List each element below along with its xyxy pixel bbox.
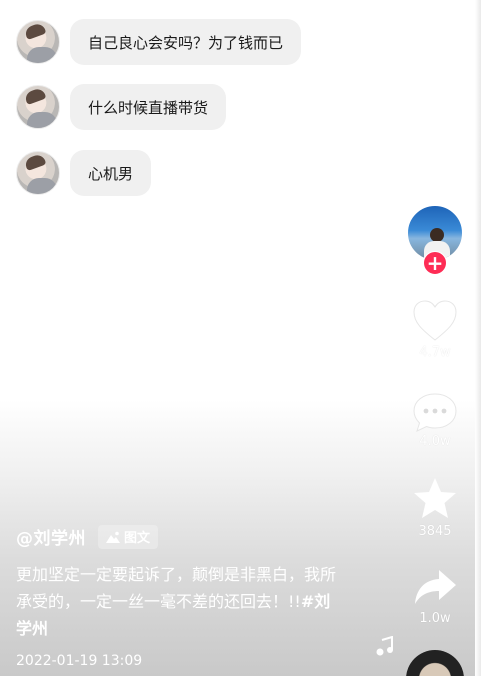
comment-count: 4.0w <box>419 434 451 449</box>
avatar-hair <box>23 152 47 172</box>
commenter-avatar[interactable] <box>16 151 60 195</box>
comment-bubble: 什么时候直播带货 <box>70 84 227 130</box>
follow-button[interactable]: + <box>423 251 447 275</box>
avatar-hair <box>23 86 47 106</box>
music-disc[interactable] <box>406 650 464 676</box>
image-icon <box>106 531 120 543</box>
post-date: 2022-01-19 13:09 <box>16 653 143 669</box>
video-feed-screen: 自己良心会安吗？为了钱而已 什么时候直播带货 心机男 + 4.7w 4.0w 3… <box>0 0 481 676</box>
comment-icon[interactable] <box>411 390 459 434</box>
avatar-body <box>27 112 57 128</box>
like-count: 4.7w <box>419 345 451 360</box>
screen-edge <box>475 0 481 676</box>
post-caption: 更加坚定一定要起诉了，颠倒是非黑白，我所承受的，一定一丝一毫不差的还回去！!!#… <box>16 561 346 642</box>
comment-item: 什么时候直播带货 <box>16 84 227 130</box>
avatar-hair <box>23 21 47 41</box>
music-note-icon <box>376 636 393 656</box>
post-type-label: 图文 <box>124 531 151 546</box>
favorite-count: 3845 <box>418 524 452 539</box>
caption-text: 更加坚定一定要起诉了，颠倒是非黑白，我所承受的，一定一丝一毫不差的还回去！!! <box>16 565 337 611</box>
post-type-tag: 图文 <box>98 524 159 549</box>
comment-item: 心机男 <box>16 150 152 196</box>
author-name[interactable]: @刘学州 <box>16 524 86 549</box>
share-icon[interactable] <box>411 566 459 610</box>
author-row: @刘学州 图文 <box>16 524 159 549</box>
commenter-avatar[interactable] <box>16 20 60 64</box>
comment-item: 自己良心会安吗？为了钱而已 <box>16 19 302 65</box>
avatar-body <box>27 178 57 194</box>
share-count: 1.0w <box>419 611 451 626</box>
star-icon[interactable] <box>411 476 459 520</box>
heart-icon[interactable] <box>411 298 459 342</box>
avatar-head <box>430 228 444 242</box>
avatar-body <box>27 47 57 63</box>
comment-bubble: 心机男 <box>70 150 152 196</box>
commenter-avatar[interactable] <box>16 85 60 129</box>
comment-bubble: 自己良心会安吗？为了钱而已 <box>70 19 302 65</box>
